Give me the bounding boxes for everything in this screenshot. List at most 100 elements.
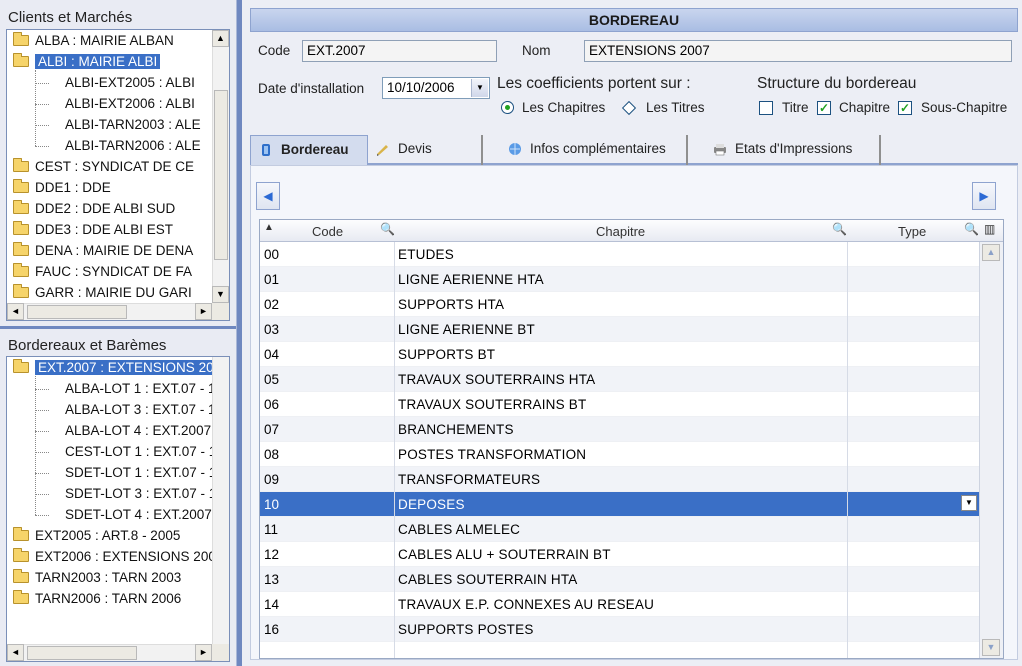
tree-child-item[interactable]: CEST-LOT 1 : EXT.07 - 1 xyxy=(35,442,212,462)
table-row[interactable]: 11 CABLES ALMELEC xyxy=(260,517,979,542)
folder-icon xyxy=(13,590,29,604)
bordereaux-tree-hscroll[interactable]: ◄ ► xyxy=(7,644,212,661)
tree-child-item[interactable]: ALBI-EXT2006 : ALBI xyxy=(35,94,195,114)
table-row[interactable]: 05 TRAVAUX SOUTERRAINS HTA xyxy=(260,367,979,392)
sous-chapitre-checkbox[interactable]: ✓ xyxy=(898,101,912,115)
search-icon[interactable]: 🔍 xyxy=(832,222,847,236)
tree-item-label: ALBI-EXT2005 : ALBI xyxy=(65,75,195,90)
scroll-right-icon[interactable]: ► xyxy=(195,644,212,661)
table-row[interactable]: 10 DEPOSES ▼ xyxy=(260,492,979,517)
tree-child-item[interactable]: ALBI-TARN2003 : ALE xyxy=(35,115,201,135)
col-code-header[interactable]: Code xyxy=(312,224,343,239)
tree-child-item[interactable]: SDET-LOT 3 : EXT.07 - 1 xyxy=(35,484,212,504)
tree-item-label: EXT2006 : EXTENSIONS 200 xyxy=(35,549,212,564)
grid-vscroll[interactable]: ▲ ▼ xyxy=(979,242,1003,658)
code-field[interactable]: EXT.2007 xyxy=(302,40,497,62)
chevron-down-icon[interactable]: ▼ xyxy=(471,79,488,97)
tree-child-item[interactable]: ALBI-TARN2006 : ALE xyxy=(35,136,201,156)
clients-tree-vscroll[interactable]: ▲ ▼ xyxy=(212,30,229,303)
tree-folder-item[interactable]: DENA : MAIRIE DE DENA xyxy=(13,241,193,261)
table-row[interactable]: 04 SUPPORTS BT xyxy=(260,342,979,367)
col-chapitre-header[interactable]: Chapitre xyxy=(596,224,645,239)
tree-child-item[interactable]: ALBA-LOT 1 : EXT.07 - 1 xyxy=(35,379,212,399)
tab-infos[interactable]: Infos complémentaires xyxy=(500,135,688,165)
table-row[interactable]: 02 SUPPORTS HTA xyxy=(260,292,979,317)
scroll-left-icon[interactable]: ◄ xyxy=(7,644,24,661)
scroll-thumb[interactable] xyxy=(27,646,137,660)
tree-child-item[interactable]: ALBA-LOT 3 : EXT.07 - 1. xyxy=(35,400,212,420)
tree-child-item[interactable]: ALBA-LOT 4 : EXT.2007 - xyxy=(35,421,212,441)
row-chapitre: CABLES ALMELEC xyxy=(398,522,521,537)
row-code: 02 xyxy=(264,297,280,312)
row-code: 08 xyxy=(264,447,280,462)
tree-item-label: ALBA-LOT 1 : EXT.07 - 1 xyxy=(65,381,212,396)
col-type-header[interactable]: Type xyxy=(898,224,926,239)
nav-next-icon[interactable]: ▶ xyxy=(972,182,996,210)
table-row[interactable]: 12 CABLES ALU + SOUTERRAIN BT xyxy=(260,542,979,567)
tree-folder-item[interactable]: GARR : MAIRIE DU GARI xyxy=(13,283,192,303)
table-row[interactable]: 07 BRANCHEMENTS xyxy=(260,417,979,442)
titre-checkbox[interactable] xyxy=(759,101,773,115)
tree-connector xyxy=(35,389,49,390)
pane-splitter[interactable] xyxy=(0,326,236,329)
type-dropdown-icon[interactable]: ▼ xyxy=(961,495,977,511)
tree-folder-item[interactable]: DDE2 : DDE ALBI SUD xyxy=(13,199,175,219)
tab-bordereau[interactable]: Bordereau xyxy=(250,135,368,165)
tab-etats[interactable]: Etats d'Impressions xyxy=(705,135,881,165)
bordereaux-tree[interactable]: EXT.2007 : EXTENSIONS 20 ALBA-LOT 1 : EXT… xyxy=(6,356,230,662)
table-row[interactable]: 01 LIGNE AERIENNE HTA xyxy=(260,267,979,292)
radio-titres-label: Les Titres xyxy=(646,100,705,115)
tab-devis[interactable]: Devis xyxy=(368,135,483,165)
search-icon[interactable]: 🔍 xyxy=(964,222,979,236)
radio-titres[interactable] xyxy=(621,100,637,116)
scroll-right-icon[interactable]: ► xyxy=(195,303,212,320)
table-row[interactable]: 03 LIGNE AERIENNE BT xyxy=(260,317,979,342)
tree-folder-item[interactable]: CEST : SYNDICAT DE CE xyxy=(13,157,194,177)
tree-folder-item[interactable]: FAUC : SYNDICAT DE FA xyxy=(13,262,192,282)
document-icon xyxy=(262,144,270,156)
tree-child-item[interactable]: ALBI-EXT2005 : ALBI xyxy=(35,73,195,93)
table-row[interactable]: 14 TRAVAUX E.P. CONNEXES AU RESEAU xyxy=(260,592,979,617)
trash-icon[interactable]: ▥ xyxy=(984,222,995,236)
chapitre-checkbox[interactable]: ✓ xyxy=(817,101,831,115)
tree-folder-item[interactable]: DDE1 : DDE xyxy=(13,178,111,198)
date-picker[interactable]: 10/10/2006 ▼ xyxy=(382,77,490,99)
search-icon[interactable]: 🔍 xyxy=(380,222,395,236)
clients-panel-title: Clients et Marchés xyxy=(8,9,133,26)
scroll-thumb[interactable] xyxy=(27,305,127,319)
tree-folder-item[interactable]: EXT2006 : EXTENSIONS 200 xyxy=(13,547,212,567)
tree-item-label: ALBI-TARN2003 : ALE xyxy=(65,117,201,132)
tree-folder-item[interactable]: EXT.2007 : EXTENSIONS 20 xyxy=(13,358,212,378)
clients-tree[interactable]: ALBA : MAIRIE ALBAN ALBI : MAIRIE ALBI ALB… xyxy=(6,29,230,321)
scroll-up-icon[interactable]: ▲ xyxy=(212,30,229,47)
radio-chapitres[interactable] xyxy=(501,101,514,114)
tree-item-label: DDE3 : DDE ALBI EST xyxy=(35,222,174,237)
bordereaux-tree-vscroll[interactable] xyxy=(212,357,229,644)
table-row[interactable]: 13 CABLES SOUTERRAIN HTA xyxy=(260,567,979,592)
tree-folder-item[interactable]: EXT2005 : ART.8 - 2005 xyxy=(13,526,180,546)
table-row[interactable]: 00 ETUDES xyxy=(260,242,979,267)
folder-icon xyxy=(13,284,29,298)
table-row[interactable]: 16 SUPPORTS POSTES xyxy=(260,617,979,642)
tab-bar: Bordereau Devis Infos complémentaires Et… xyxy=(250,131,1018,165)
table-row[interactable]: 09 TRANSFORMATEURS xyxy=(260,467,979,492)
nom-field[interactable]: EXTENSIONS 2007 xyxy=(584,40,1012,62)
tree-folder-item[interactable]: TARN2003 : TARN 2003 xyxy=(13,568,181,588)
table-row[interactable]: 06 TRAVAUX SOUTERRAINS BT xyxy=(260,392,979,417)
scroll-down-icon[interactable]: ▼ xyxy=(982,639,1000,656)
tree-child-item[interactable]: SDET-LOT 4 : EXT.2007 xyxy=(35,505,212,525)
scroll-left-icon[interactable]: ◄ xyxy=(7,303,24,320)
tree-item-label: EXT.2007 : EXTENSIONS 20 xyxy=(35,360,212,375)
scroll-down-icon[interactable]: ▼ xyxy=(212,286,229,303)
scroll-up-icon[interactable]: ▲ xyxy=(982,244,1000,261)
tree-folder-item[interactable]: DDE3 : DDE ALBI EST xyxy=(13,220,173,240)
clients-tree-hscroll[interactable]: ◄ ► xyxy=(7,303,212,320)
tree-folder-item[interactable]: ALBA : MAIRIE ALBAN xyxy=(13,31,174,51)
table-row[interactable]: 08 POSTES TRANSFORMATION xyxy=(260,442,979,467)
tree-child-item[interactable]: SDET-LOT 1 : EXT.07 - 1 xyxy=(35,463,212,483)
tree-folder-item[interactable]: TARN2006 : TARN 2006 xyxy=(13,589,181,609)
nav-previous-icon[interactable]: ◀ xyxy=(256,182,280,210)
tree-folder-item[interactable]: ALBI : MAIRIE ALBI xyxy=(13,52,161,72)
scroll-thumb[interactable] xyxy=(214,90,228,260)
sort-up-icon[interactable]: ▲ xyxy=(264,222,274,233)
